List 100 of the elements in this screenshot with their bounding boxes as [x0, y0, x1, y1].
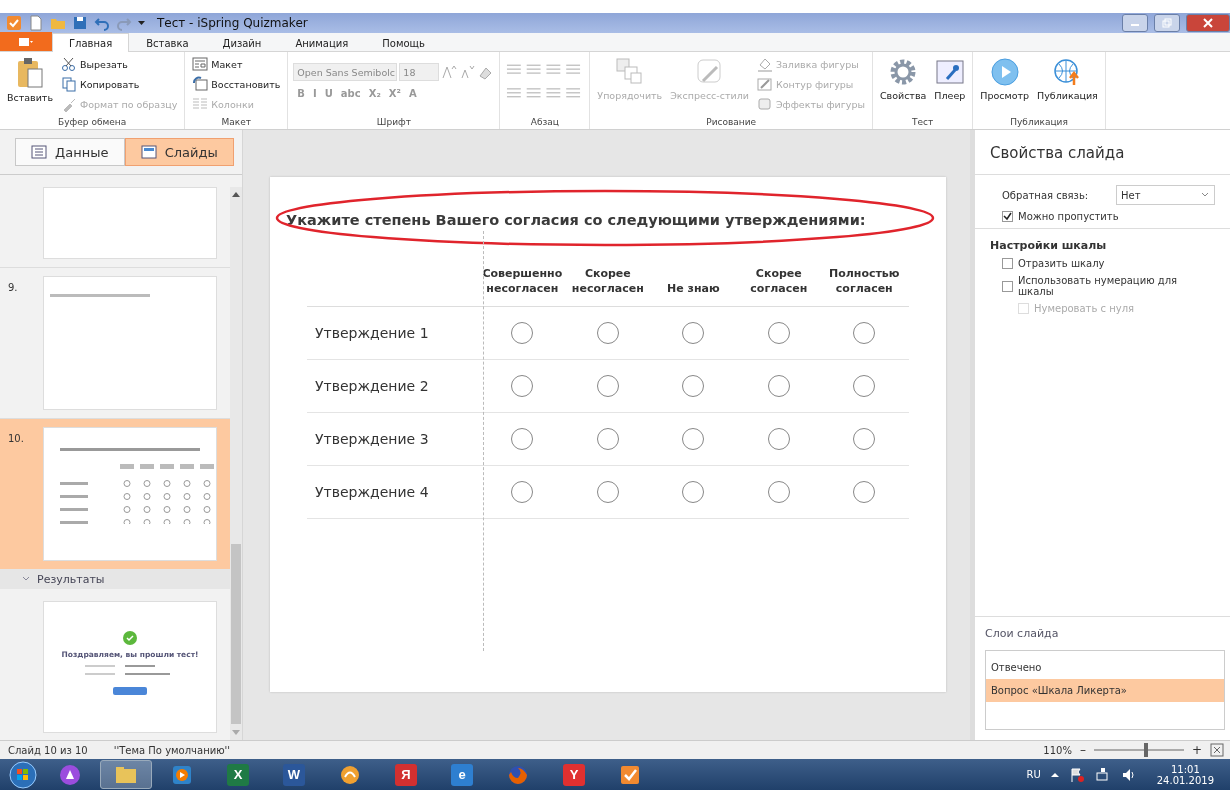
close-icon	[1203, 18, 1213, 28]
view-tab[interactable]: Слайды	[124, 138, 234, 166]
radio-button[interactable]	[767, 481, 790, 503]
radio-button[interactable]	[853, 428, 876, 450]
radio-button[interactable]	[511, 375, 534, 397]
layer-item[interactable]: Вопрос «Шкала Ликерта»	[986, 679, 1224, 702]
radio-button[interactable]	[682, 428, 705, 450]
brush-icon	[61, 96, 77, 112]
radio-button[interactable]	[853, 481, 876, 503]
radio-button[interactable]	[767, 322, 790, 344]
radio-button[interactable]	[682, 481, 705, 503]
ribbon-button[interactable]: Копировать	[59, 75, 180, 93]
statement-label: Утверждение 2	[314, 378, 430, 394]
ribbon-button[interactable]: Макет	[190, 55, 283, 73]
language-indicator[interactable]: RU	[1026, 769, 1041, 780]
taskbar-app[interactable]: X	[212, 760, 264, 789]
theme-name: ''Тема По умолчанию''	[113, 744, 231, 756]
slide-thumbnail[interactable]	[43, 187, 217, 259]
ribbon-tab[interactable]: Главная	[52, 33, 130, 52]
radio-button[interactable]	[511, 322, 534, 344]
radio-button[interactable]	[767, 375, 790, 397]
group-label: Шрифт	[375, 116, 412, 129]
slide-counter: Слайд 10 из 10	[8, 744, 88, 756]
radio-button[interactable]	[596, 428, 619, 450]
view-tab[interactable]: Данные	[15, 138, 125, 166]
radio-button[interactable]	[511, 428, 534, 450]
section-header[interactable]: Результаты	[0, 569, 230, 589]
taskbar-app[interactable]: Я	[380, 760, 432, 789]
ribbon-tab[interactable]: Вставка	[129, 33, 206, 52]
ribbon-tab[interactable]: Анимация	[278, 33, 366, 52]
ribbon-button[interactable]: Восстановить	[190, 75, 283, 93]
radio-button[interactable]	[596, 322, 619, 344]
checkbox[interactable]: Можно пропустить	[1002, 211, 1215, 222]
scrollbar-thumb[interactable]	[231, 544, 241, 724]
radio-button[interactable]	[511, 481, 534, 503]
question-title[interactable]: Укажите степень Вашего согласия со следующими утверждениями:	[278, 201, 946, 239]
checkbox-box[interactable]	[1002, 211, 1013, 222]
ribbon-button[interactable]: Просмотр	[978, 55, 1032, 103]
group-label: Публикация	[1009, 116, 1069, 129]
zoom-out-button[interactable]: –	[1079, 743, 1086, 757]
paste-button[interactable]: Вставить	[5, 55, 55, 105]
restore-button[interactable]	[1154, 14, 1180, 32]
taskbar-app[interactable]: Y	[548, 760, 600, 789]
checkbox-box[interactable]	[1002, 280, 1013, 292]
zoom-level: 110%	[1043, 744, 1072, 756]
radio-button[interactable]	[682, 375, 705, 397]
slider-thumb[interactable]	[1144, 743, 1149, 757]
checkbox[interactable]: Использовать нумерацию для шкалы	[1002, 275, 1215, 297]
radio-button[interactable]	[853, 322, 876, 344]
scroll-up-icon	[232, 191, 240, 197]
field-label: Обратная связь:	[1002, 189, 1089, 201]
ribbon-button[interactable]: Вырезать	[59, 55, 180, 73]
restore-icon	[1162, 18, 1172, 28]
ribbon-button[interactable]: Свойства	[877, 55, 929, 103]
layout-icon	[192, 56, 209, 72]
save-icon	[72, 15, 88, 31]
section-title: Настройки шкалы	[990, 239, 1108, 252]
checkbox-box[interactable]	[1002, 258, 1013, 269]
feedback-dropdown[interactable]: Нет	[1116, 185, 1215, 205]
taskbar-app[interactable]: e	[436, 760, 488, 789]
ribbon-tab[interactable]: Дизайн	[205, 33, 279, 52]
radio-button[interactable]	[682, 322, 705, 344]
fit-to-window-icon	[1210, 743, 1224, 757]
copy-icon	[61, 76, 77, 92]
clock-time: 11:01	[1170, 763, 1200, 775]
checkmark-icon	[619, 763, 641, 786]
shrink-font-icon	[459, 64, 476, 80]
minimize-button[interactable]	[1122, 14, 1148, 32]
radio-button[interactable]	[767, 428, 790, 450]
ribbon-button[interactable]: Публикация	[1035, 55, 1100, 103]
file-menu-button[interactable]	[0, 32, 52, 51]
scroll-down-icon	[232, 730, 240, 736]
slide-item[interactable]: 10.	[0, 418, 230, 569]
wrench-window-icon	[934, 57, 965, 87]
redo-icon	[116, 15, 132, 31]
radio-button[interactable]	[596, 375, 619, 397]
radio-button[interactable]	[596, 481, 619, 503]
radio-button[interactable]	[853, 375, 876, 397]
ribbon-button[interactable]: Плеер	[932, 55, 968, 103]
group-label: Буфер обмена	[57, 116, 128, 129]
column-header: Скорее несогласен	[570, 266, 645, 296]
window-title: Тест - iSpring Quizmaker	[157, 16, 309, 30]
clipboard-icon	[16, 57, 44, 89]
checkbox[interactable]: Отразить шкалу	[1002, 258, 1215, 269]
assistant-icon	[59, 763, 81, 786]
taskbar-app[interactable]: W	[268, 760, 320, 789]
ribbon-tab[interactable]: Помощь	[365, 33, 442, 52]
start-button-icon[interactable]	[6, 760, 40, 789]
tray-arrow-icon	[1050, 770, 1059, 779]
menu-icon	[19, 36, 33, 47]
layer-item[interactable]: Отвечено	[986, 656, 1224, 679]
statement-label: Утверждение 3	[314, 431, 430, 447]
play-icon	[989, 57, 1020, 87]
network-icon	[1094, 766, 1111, 783]
grow-font-icon	[441, 64, 458, 80]
group-label: Рисование	[705, 116, 758, 129]
list-icon	[31, 144, 48, 160]
zoom-in-button[interactable]: +	[1191, 743, 1202, 757]
group-label: Тест	[910, 116, 935, 129]
close-button[interactable]	[1186, 14, 1230, 32]
